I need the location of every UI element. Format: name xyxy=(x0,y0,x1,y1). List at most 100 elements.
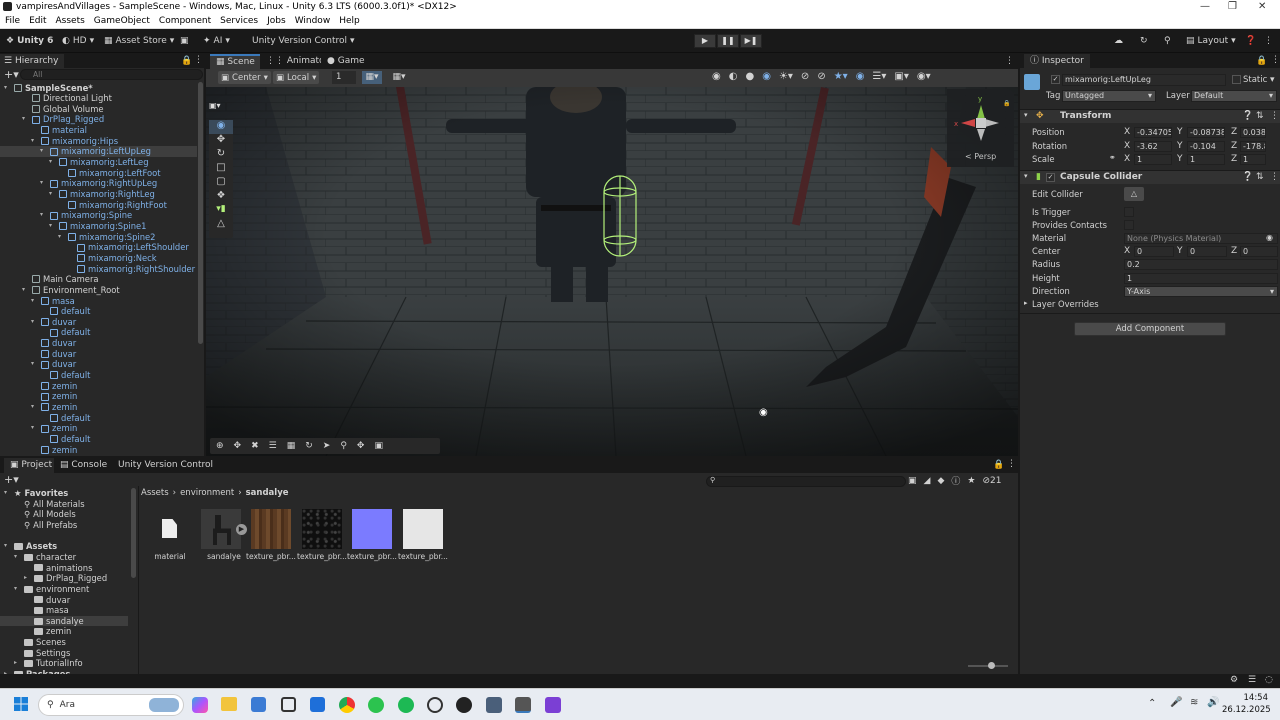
asset-store-button[interactable]: ▦ Asset Store ▾ xyxy=(104,34,174,48)
chevron-icon[interactable]: ▾ xyxy=(4,488,11,499)
file-explorer-icon[interactable] xyxy=(221,697,237,711)
minimize-icon[interactable]: — xyxy=(1200,1,1210,12)
package-icon[interactable]: ▣ xyxy=(180,34,189,48)
add-component-button[interactable]: Add Component xyxy=(1074,322,1226,336)
taskbar-search[interactable]: ⚲ Ara xyxy=(38,694,184,716)
grid-size-input[interactable]: 1 xyxy=(332,71,356,84)
white-texture-thumbnail[interactable] xyxy=(403,509,443,549)
project-folder-item[interactable]: ▸ DrPlag_Rigged xyxy=(0,573,128,584)
layer-overrides-foldout[interactable]: Layer Overrides xyxy=(1032,298,1099,310)
shading-solid-icon[interactable]: ● xyxy=(745,71,754,82)
height-input[interactable]: 1 xyxy=(1124,273,1278,284)
scene-view[interactable]: ▣▾ ◉ ✥ ↻ □ ▢ ❖ ▾▮ △ y x < Persp 🔒 ⊕ ✥ ✖ … xyxy=(206,87,1018,456)
chevron-down-icon[interactable]: ▾ xyxy=(40,178,47,189)
persp-label[interactable]: < Persp xyxy=(965,152,996,161)
breadcrumb-assets[interactable]: Assets xyxy=(141,488,169,498)
menu-jobs[interactable]: Jobs xyxy=(267,16,286,26)
hierarchy-item[interactable]: mixamorig:Neck xyxy=(0,253,197,264)
project-folder-item[interactable]: zemin xyxy=(0,626,128,637)
orientation-gizmo[interactable]: y x < Persp 🔒 xyxy=(947,89,1014,167)
collider-enabled-checkbox[interactable]: ✓ xyxy=(1046,173,1055,182)
favorite-item[interactable]: ⚲ All Materials xyxy=(0,499,128,510)
lighting-icon[interactable]: ☀▾ xyxy=(779,71,793,82)
rotation-z-input[interactable]: -178.807 xyxy=(1240,140,1266,152)
project-folder-item[interactable]: animations xyxy=(0,563,128,574)
expand-arrow-icon[interactable]: ▶ xyxy=(236,524,247,535)
material-field[interactable]: None (Physics Material) xyxy=(1124,233,1278,244)
chevron-down-icon[interactable]: ▾ xyxy=(31,296,38,307)
hierarchy-item[interactable]: ▾ DrPlag_Rigged xyxy=(0,114,197,125)
step-button[interactable]: ▶❚ xyxy=(740,34,762,48)
position-y-input[interactable]: -0.08738 xyxy=(1187,127,1225,138)
hierarchy-item[interactable]: default xyxy=(0,370,197,381)
rotation-x-input[interactable]: -3.62 xyxy=(1134,140,1172,152)
breadcrumb-environment[interactable]: environment xyxy=(180,488,234,498)
chevron-down-icon[interactable]: ▾ xyxy=(1270,75,1275,85)
help-icon[interactable]: ❔ xyxy=(1242,111,1253,121)
more-icon[interactable]: ⋮ xyxy=(1264,34,1273,48)
hierarchy-item[interactable]: default xyxy=(0,434,197,445)
grid-align-icon[interactable]: ▦ xyxy=(287,441,296,451)
hierarchy-item[interactable]: duvar xyxy=(0,338,197,349)
position-z-input[interactable]: 0.038203 xyxy=(1240,127,1266,138)
scrollbar[interactable] xyxy=(131,488,136,578)
menu-gameobject[interactable]: GameObject xyxy=(94,16,150,26)
whatsapp-icon[interactable] xyxy=(368,697,384,713)
move-tool-icon[interactable]: ✥ xyxy=(209,134,233,148)
rect-tool-icon[interactable]: ▢ xyxy=(209,176,233,190)
hierarchy-item[interactable]: ▾ mixamorig:RightLeg xyxy=(0,189,197,200)
pause-button[interactable]: ❚❚ xyxy=(717,34,739,48)
help-icon[interactable]: ❔ xyxy=(1242,172,1253,182)
chevron-down-icon[interactable]: ▾ xyxy=(31,317,38,328)
hierarchy-item[interactable]: ▾ zemin xyxy=(0,423,197,434)
layers-icon[interactable]: ☰ xyxy=(1248,675,1256,685)
snap-icon[interactable]: ✥ xyxy=(234,441,242,451)
hierarchy-item[interactable]: mixamorig:LeftFoot xyxy=(0,168,197,179)
layers-icon[interactable]: ☰▾ xyxy=(872,71,886,82)
pivot-icon[interactable]: ✖ xyxy=(251,441,259,451)
scale-z-input[interactable]: 1 xyxy=(1240,154,1266,165)
hierarchy-item[interactable]: ▾ masa xyxy=(0,296,197,307)
chevron-down-icon[interactable]: ▾ xyxy=(31,402,38,413)
camera-icon[interactable]: ▣▾ xyxy=(894,71,908,82)
hierarchy-item[interactable]: mixamorig:RightShoulder xyxy=(0,264,197,275)
chevron-down-icon[interactable]: ▾ xyxy=(49,157,56,168)
hierarchy-item[interactable]: zemin xyxy=(0,445,197,456)
orientation-icon[interactable]: ◉ xyxy=(712,71,721,82)
hierarchy-search-input[interactable]: All xyxy=(20,69,203,80)
create-button[interactable]: +▾ xyxy=(4,473,19,486)
hierarchy-item[interactable]: default xyxy=(0,327,197,338)
chevron-icon[interactable]: ▾ xyxy=(14,552,21,563)
layout-dropdown[interactable]: ▤ Layout ▾ xyxy=(1186,34,1236,48)
direction-dropdown[interactable]: Y-Axis ▾ xyxy=(1124,286,1278,297)
normal-map-thumbnail[interactable] xyxy=(352,509,392,549)
static-checkbox[interactable] xyxy=(1232,75,1241,84)
more-icon[interactable]: ⋮ xyxy=(194,55,203,65)
move-icon[interactable]: ✥ xyxy=(357,441,365,451)
effects-icon[interactable]: ★▾ xyxy=(834,71,848,82)
chevron-down-icon[interactable]: ▾ xyxy=(22,114,29,125)
hierarchy-item[interactable]: material xyxy=(0,125,197,136)
chevron-down-icon[interactable]: ▾ xyxy=(31,136,38,147)
center-x-input[interactable]: 0 xyxy=(1134,246,1174,257)
capsule-collider-header[interactable]: ▾ ▮ ✓ Capsule Collider ❔ ⇅ ⋮ xyxy=(1020,170,1280,184)
tab-scene[interactable]: ▦ Scene xyxy=(210,54,261,69)
chevron-icon[interactable]: ▾ xyxy=(4,541,11,552)
menu-window[interactable]: Window xyxy=(295,16,331,26)
preset-icon[interactable]: ⇅ xyxy=(1256,172,1264,182)
menu-file[interactable]: File xyxy=(5,16,20,26)
chevron-down-icon[interactable]: ▾ xyxy=(31,359,38,370)
hierarchy-item[interactable]: Directional Light xyxy=(0,93,197,104)
chevron-down-icon[interactable]: ▾ xyxy=(40,146,47,157)
2d-toggle-icon[interactable]: ⊘ xyxy=(801,71,809,82)
tab-project[interactable]: ▣ Project xyxy=(4,458,59,473)
spotify-icon[interactable] xyxy=(398,697,414,713)
recorder-icon[interactable] xyxy=(427,697,443,713)
menu-edit[interactable]: Edit xyxy=(29,16,46,26)
menu-assets[interactable]: Assets xyxy=(56,16,85,26)
shading-wire-icon[interactable]: ◐ xyxy=(729,71,738,82)
chevron-down-icon[interactable]: ▾ xyxy=(58,232,65,243)
store-icon[interactable] xyxy=(251,697,266,712)
app-icon[interactable] xyxy=(486,697,502,713)
menu-services[interactable]: Services xyxy=(220,16,258,26)
